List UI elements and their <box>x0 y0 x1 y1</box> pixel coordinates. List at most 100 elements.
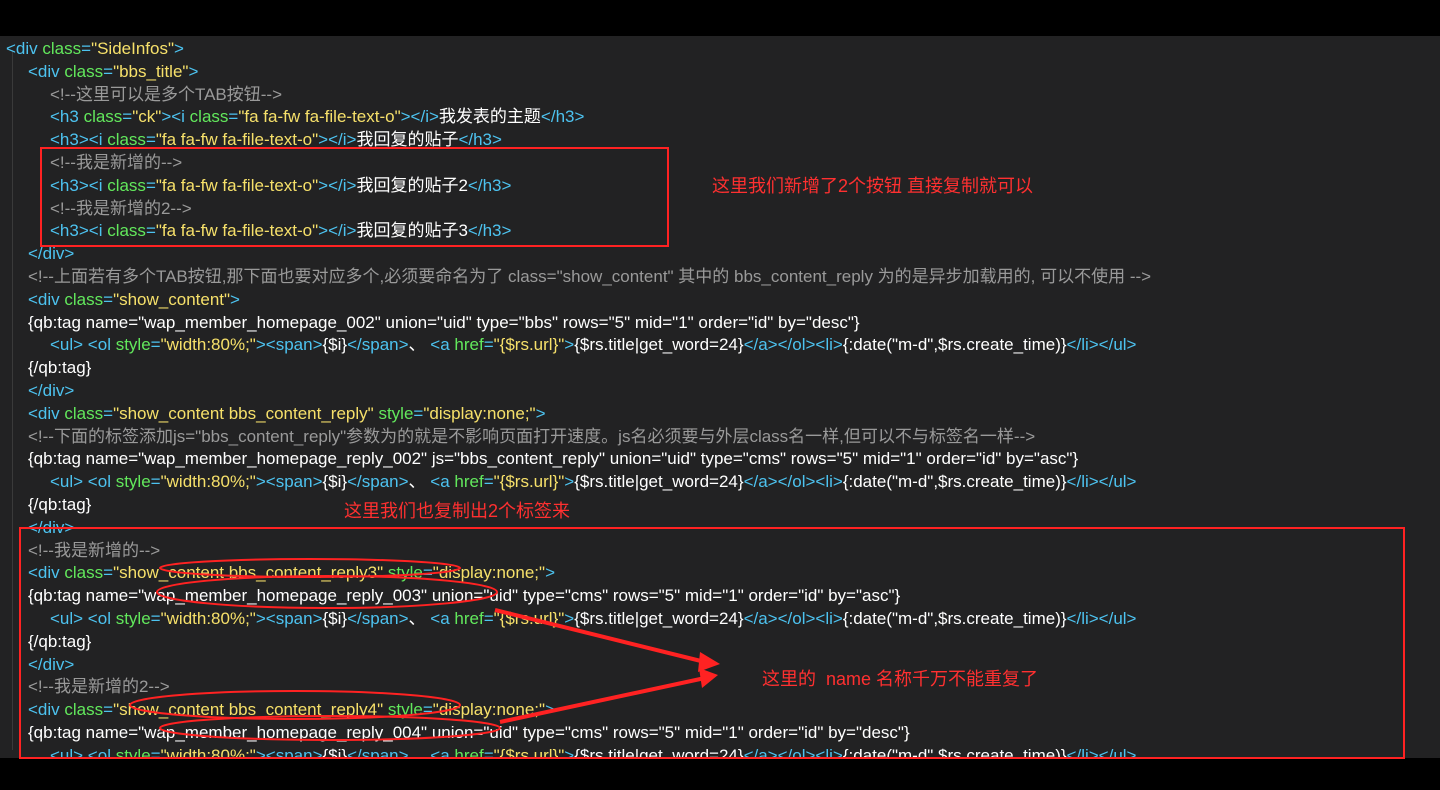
code-token: "{$rs.url}" <box>493 609 565 628</box>
code-line[interactable]: <ul> <ol style="width:80%;"><span>{$i}</… <box>50 744 1137 758</box>
code-token: "display:none;" <box>432 563 546 583</box>
code-token: class <box>107 175 146 195</box>
code-token: {$rs.title|get_word=24} <box>574 335 744 355</box>
code-token: <ul> <ol <box>50 609 116 628</box>
code-line[interactable]: {qb:tag name="wap_member_homepage_reply_… <box>28 447 1078 470</box>
code-token: > <box>564 609 575 628</box>
code-token: "width:80%;" <box>160 609 256 628</box>
code-line[interactable]: <!--我是新增的2--> <box>50 197 192 220</box>
code-line[interactable]: <div class="show_content bbs_content_rep… <box>28 698 555 721</box>
code-line[interactable]: {qb:tag name="wap_member_homepage_002" u… <box>28 311 860 334</box>
code-line[interactable]: <!--下面的标签添加js="bbs_content_reply"参数为的就是不… <box>28 425 1035 448</box>
code-token: class <box>107 130 146 150</box>
code-line[interactable]: <ul> <ol style="width:80%;"><span>{$i}</… <box>50 607 1137 630</box>
code-token: = <box>103 700 114 720</box>
code-token: 、 <box>408 745 426 758</box>
code-token: style <box>387 563 423 583</box>
code-token: href <box>454 745 484 758</box>
code-line[interactable]: <!--上面若有多个TAB按钮,那下面也要对应多个,必须要命名为了 class=… <box>28 265 1151 288</box>
code-token: = <box>103 403 114 423</box>
code-line[interactable]: {/qb:tag} <box>28 356 91 379</box>
code-line[interactable]: {qb:tag name="wap_member_homepage_reply_… <box>28 721 910 744</box>
code-token: </a></ol><li> <box>743 745 843 758</box>
code-line[interactable]: <h3 class="ck"><i class="fa fa-fw fa-fil… <box>50 105 584 128</box>
code-token: </li></ul> <box>1066 472 1137 492</box>
code-token: </div> <box>28 244 75 264</box>
code-token: <ul> <ol <box>50 745 116 758</box>
code-line[interactable]: {qb:tag name="wap_member_homepage_reply_… <box>28 584 900 607</box>
code-token: <!--上面若有多个TAB按钮,那下面也要对应多个,必须要命名为了 class=… <box>28 267 1152 286</box>
code-token: = <box>413 403 424 423</box>
code-line[interactable]: </div> <box>28 653 74 676</box>
code-token: {$i} <box>322 472 348 492</box>
code-token: href <box>454 609 484 628</box>
code-token: <!--我是新增的--> <box>50 153 183 172</box>
code-token: "show_content bbs_content_reply4" <box>113 700 384 720</box>
code-line[interactable]: <div class="show_content bbs_content_rep… <box>28 561 555 584</box>
code-token: {/qb:tag} <box>28 358 92 378</box>
code-token: </span> <box>347 335 409 355</box>
code-token: </a></ol><li> <box>743 609 843 628</box>
code-line[interactable]: <div class="bbs_title"> <box>28 60 198 83</box>
code-token: class <box>107 221 146 241</box>
code-token: href <box>454 472 484 492</box>
code-token: <!--我是新增的2--> <box>28 677 170 697</box>
code-line[interactable]: <div class="SideInfos"> <box>6 37 184 60</box>
code-token: {qb:tag name="wap_member_homepage_reply_… <box>28 723 910 742</box>
code-token: "fa fa-fw fa-file-text-o" <box>155 130 319 150</box>
code-editor[interactable]: <div class="SideInfos"> <div class="bbs_t… <box>0 36 1440 758</box>
code-token: = <box>483 609 494 628</box>
code-token: = <box>145 175 156 195</box>
code-line[interactable]: <h3><i class="fa fa-fw fa-file-text-o"><… <box>50 174 511 197</box>
code-token: "fa fa-fw fa-file-text-o" <box>155 221 319 241</box>
code-token: {qb:tag name="wap_member_homepage_reply_… <box>28 449 1079 469</box>
code-token: 我回复的贴子 <box>356 130 459 150</box>
code-token: "show_content bbs_content_reply" <box>113 403 374 423</box>
code-token: class <box>64 289 104 309</box>
code-line[interactable]: </div> <box>28 379 74 402</box>
code-line[interactable]: <h3><i class="fa fa-fw fa-file-text-o"><… <box>50 128 502 151</box>
code-line[interactable]: <ul> <ol style="width:80%;"><span>{$i}</… <box>50 470 1137 493</box>
code-token: ></i> <box>318 175 357 195</box>
code-line[interactable]: <!--我是新增的--> <box>28 539 160 562</box>
code-line[interactable]: <div class="show_content bbs_content_rep… <box>28 402 546 425</box>
code-token: {$rs.title|get_word=24} <box>574 472 744 492</box>
code-token: ><span> <box>255 745 323 758</box>
code-line[interactable]: <div class="show_content"> <box>28 288 240 311</box>
indent-guide <box>12 50 13 750</box>
code-token: class <box>64 700 104 720</box>
code-token: <!--下面的标签添加js="bbs_content_reply"参数为的就是不… <box>28 426 1036 446</box>
code-token: = <box>228 107 239 127</box>
code-line[interactable]: <ul> <ol style="width:80%;"><span>{$i}</… <box>50 333 1137 356</box>
code-token: {$i} <box>322 609 348 628</box>
code-token: = <box>145 130 156 150</box>
code-token: {qb:tag name="wap_member_homepage_002" u… <box>28 312 860 332</box>
code-line[interactable]: </div> <box>28 242 74 265</box>
code-line[interactable]: </div> <box>28 516 74 539</box>
code-line[interactable]: {/qb:tag} <box>28 630 91 653</box>
code-token: <h3><i <box>50 175 108 195</box>
code-token: = <box>150 745 161 758</box>
code-token: "width:80%;" <box>160 335 256 355</box>
code-token: </span> <box>347 609 409 628</box>
code-token: {:date("m-d",$rs.create_time)} <box>842 472 1067 492</box>
code-line[interactable]: {/qb:tag} <box>28 493 91 516</box>
code-token: </h3> <box>467 221 512 241</box>
code-token: {qb:tag name="wap_member_homepage_reply_… <box>28 586 901 606</box>
code-token: </h3> <box>540 107 585 127</box>
code-token: <!--我是新增的2--> <box>50 198 192 218</box>
code-token: <div <box>28 403 65 423</box>
code-line[interactable]: <h3><i class="fa fa-fw fa-file-text-o"><… <box>50 219 511 242</box>
code-line[interactable]: <!--这里可以是多个TAB按钮--> <box>50 83 282 106</box>
code-token: 我回复的贴子2 <box>356 175 468 195</box>
code-token: 我回复的贴子3 <box>356 221 468 241</box>
code-token: style <box>115 609 151 628</box>
code-token: "{$rs.url}" <box>493 472 565 492</box>
code-token: <div <box>28 289 65 309</box>
code-token: {/qb:tag} <box>28 631 92 651</box>
code-token: ><span> <box>255 472 323 492</box>
code-line[interactable]: <!--我是新增的2--> <box>28 675 170 698</box>
code-token: class <box>83 107 123 127</box>
code-line[interactable]: <!--我是新增的--> <box>50 151 182 174</box>
code-token: = <box>483 335 494 355</box>
